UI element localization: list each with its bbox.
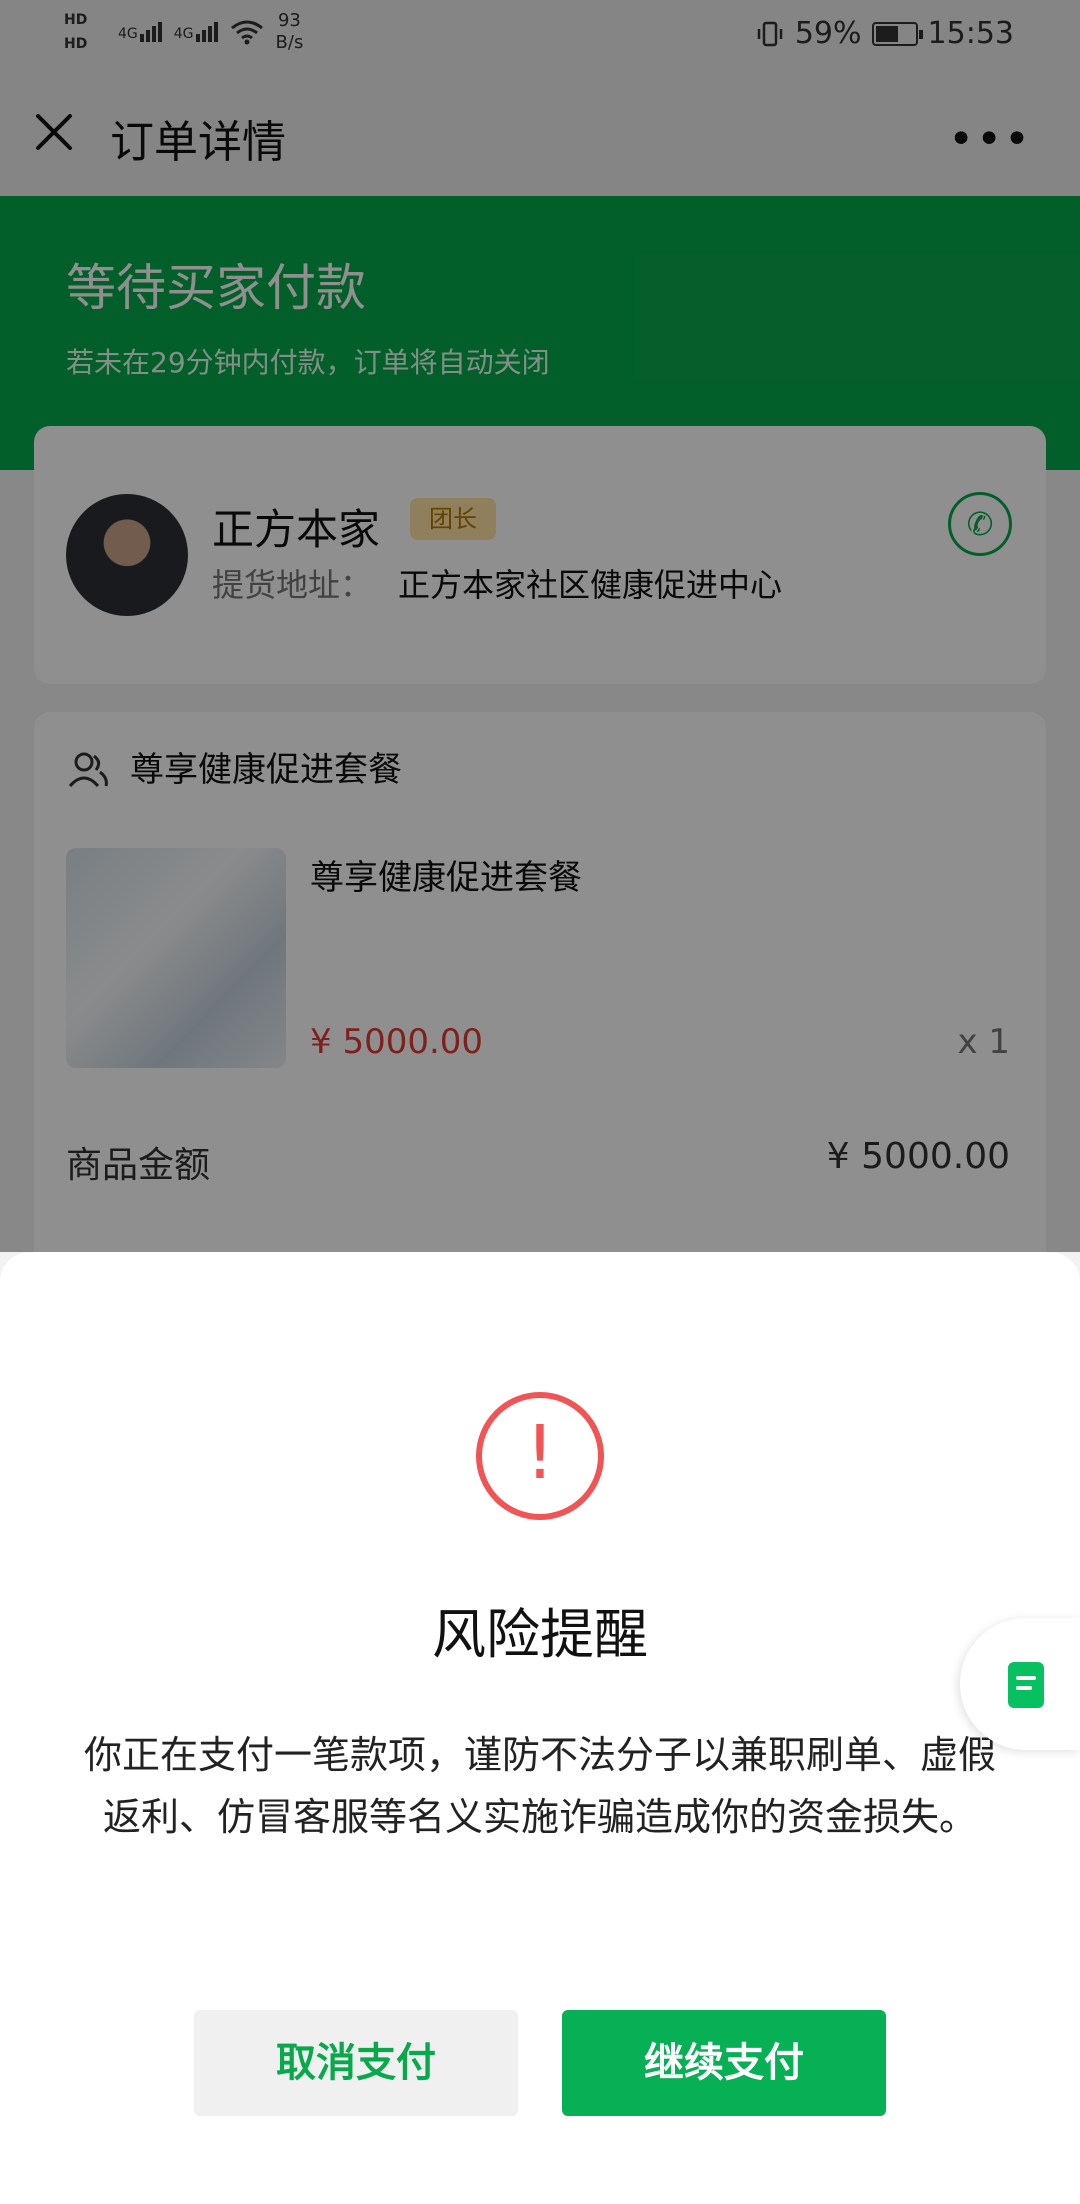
dialog-title: 风险提醒 — [432, 1603, 648, 1666]
cancel-payment-button[interactable]: 取消支付 — [194, 2010, 518, 2116]
warning-icon: ! — [476, 1392, 604, 1520]
document-icon — [1008, 1662, 1044, 1708]
risk-dialog: ! 风险提醒 你正在支付一笔款项，谨防不法分子以兼职刷单、虚假返利、仿冒客服等名… — [0, 1252, 1080, 2204]
dialog-message: 你正在支付一笔款项，谨防不法分子以兼职刷单、虚假返利、仿冒客服等名义实施诈骗造成… — [83, 1733, 996, 1839]
floating-side-button[interactable] — [960, 1618, 1080, 1750]
modal-overlay[interactable] — [0, 0, 1080, 1252]
continue-payment-button[interactable]: 继续支付 — [562, 2010, 886, 2116]
